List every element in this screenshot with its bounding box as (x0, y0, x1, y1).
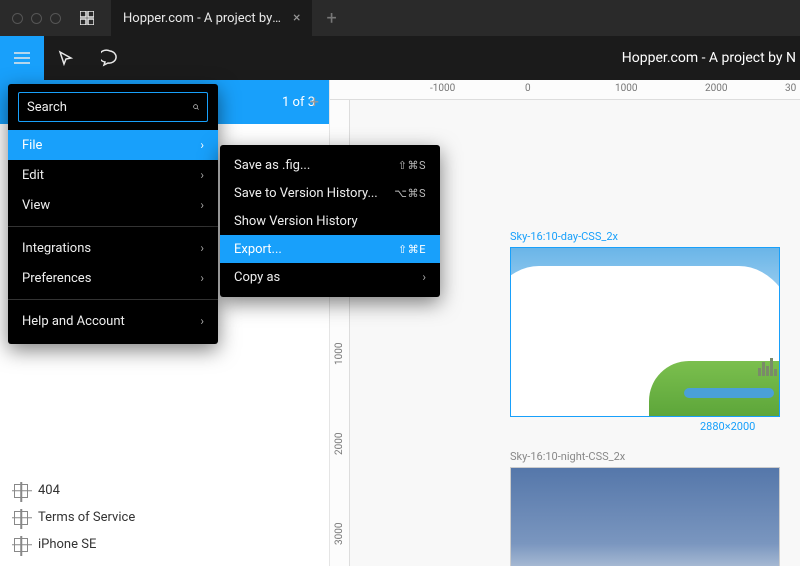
ruler-tick: 1000 (334, 343, 345, 365)
dimensions-label: 2880×2000 (700, 420, 755, 433)
menu-label: File (22, 138, 42, 153)
ruler-tick: 3000 (334, 523, 345, 545)
chevron-right-icon: › (200, 138, 204, 152)
submenu-label: Save as .fig... (234, 158, 310, 173)
window-controls (0, 13, 73, 24)
frame-icon (14, 511, 28, 525)
submenu-save-version[interactable]: Save to Version History... ⌥⌘S (220, 179, 440, 207)
chevron-right-icon: › (200, 271, 204, 285)
separator (8, 299, 218, 300)
shortcut: ⇧⌘S (398, 159, 426, 172)
chevron-right-icon: › (422, 270, 426, 284)
tab-title: Hopper.com - A project by Nara… (123, 11, 283, 26)
main-menu: File › Edit › View › Integrations › Pref… (8, 84, 218, 344)
minimize-window[interactable] (31, 13, 42, 24)
file-submenu: Save as .fig... ⇧⌘S Save to Version Hist… (220, 145, 440, 297)
menu-label: Integrations (22, 241, 91, 256)
close-icon[interactable]: × (293, 10, 300, 26)
chevron-right-icon: › (200, 168, 204, 182)
frame-icon (14, 484, 28, 498)
close-window[interactable] (12, 13, 23, 24)
separator (8, 226, 218, 227)
ruler-tick: 30 (785, 83, 796, 94)
artboard-title: Sky-16:10-night-CSS_2x (510, 450, 780, 463)
ruler-tick: 0 (525, 83, 531, 94)
menu-help[interactable]: Help and Account › (8, 306, 218, 336)
tab-active[interactable]: Hopper.com - A project by Nara… × (111, 0, 312, 36)
menu-edit[interactable]: Edit › (8, 160, 218, 190)
artboard-night[interactable]: Sky-16:10-night-CSS_2x (510, 450, 780, 566)
move-tool[interactable] (44, 36, 88, 80)
ruler-tick: -1000 (430, 83, 455, 94)
ruler-horizontal: -1000 0 1000 2000 30 (330, 80, 800, 100)
submenu-export[interactable]: Export... ⇧⌘E (220, 235, 440, 263)
list-item[interactable]: Terms of Service (0, 504, 329, 531)
list-item[interactable]: 404 (0, 477, 329, 504)
menu-preferences[interactable]: Preferences › (8, 263, 218, 293)
artboard-list: 404 Terms of Service iPhone SE (0, 469, 329, 566)
menu-label: Preferences (22, 271, 91, 286)
submenu-label: Export... (234, 242, 282, 257)
submenu-label: Save to Version History... (234, 186, 378, 201)
ruler-tick: 1000 (615, 83, 637, 94)
search-box[interactable] (18, 92, 208, 122)
chevron-right-icon: › (200, 241, 204, 255)
ruler-tick: 2000 (705, 83, 727, 94)
cloud-shape (510, 266, 780, 376)
menu-integrations[interactable]: Integrations › (8, 233, 218, 263)
search-icon (193, 100, 199, 114)
search-input[interactable] (27, 100, 193, 115)
chevron-right-icon: › (200, 198, 204, 212)
menu-label: Edit (22, 168, 44, 183)
artboard-label: Terms of Service (38, 510, 135, 525)
list-item[interactable]: iPhone SE (0, 531, 329, 558)
artboard-label: iPhone SE (38, 537, 96, 552)
menu-label: View (22, 198, 50, 213)
city-shape (758, 358, 777, 376)
artboard-frame[interactable] (510, 467, 780, 566)
shortcut: ⇧⌘E (398, 243, 426, 256)
comment-tool[interactable] (88, 36, 132, 80)
submenu-save-as-fig[interactable]: Save as .fig... ⇧⌘S (220, 151, 440, 179)
submenu-label: Copy as (234, 270, 280, 285)
shortcut: ⌥⌘S (394, 187, 426, 200)
maximize-window[interactable] (50, 13, 61, 24)
submenu-label: Show Version History (234, 214, 358, 229)
hamburger-menu-button[interactable] (0, 36, 44, 80)
page-title: Hopper.com - A project by N (622, 50, 800, 66)
river-shape (684, 388, 774, 398)
frame-icon (14, 538, 28, 552)
ruler-tick: 2000 (334, 433, 345, 455)
menu-label: Help and Account (22, 314, 125, 329)
artboard-day[interactable]: Sky-16:10-day-CSS_2x 2880×2000 (510, 230, 780, 417)
new-tab-button[interactable]: + (312, 8, 350, 29)
titlebar: Hopper.com - A project by Nara… × + (0, 0, 800, 36)
artboard-label: 404 (38, 483, 60, 498)
grid-icon[interactable] (73, 11, 101, 25)
toolbar: Hopper.com - A project by N (0, 36, 800, 80)
submenu-show-version[interactable]: Show Version History (220, 207, 440, 235)
add-page-button[interactable]: + (310, 92, 319, 111)
menu-file[interactable]: File › (8, 130, 218, 160)
submenu-copy-as[interactable]: Copy as › (220, 263, 440, 291)
artboard-frame[interactable] (510, 247, 780, 417)
menu-view[interactable]: View › (8, 190, 218, 220)
chevron-right-icon: › (200, 314, 204, 328)
artboard-title: Sky-16:10-day-CSS_2x (510, 230, 780, 243)
